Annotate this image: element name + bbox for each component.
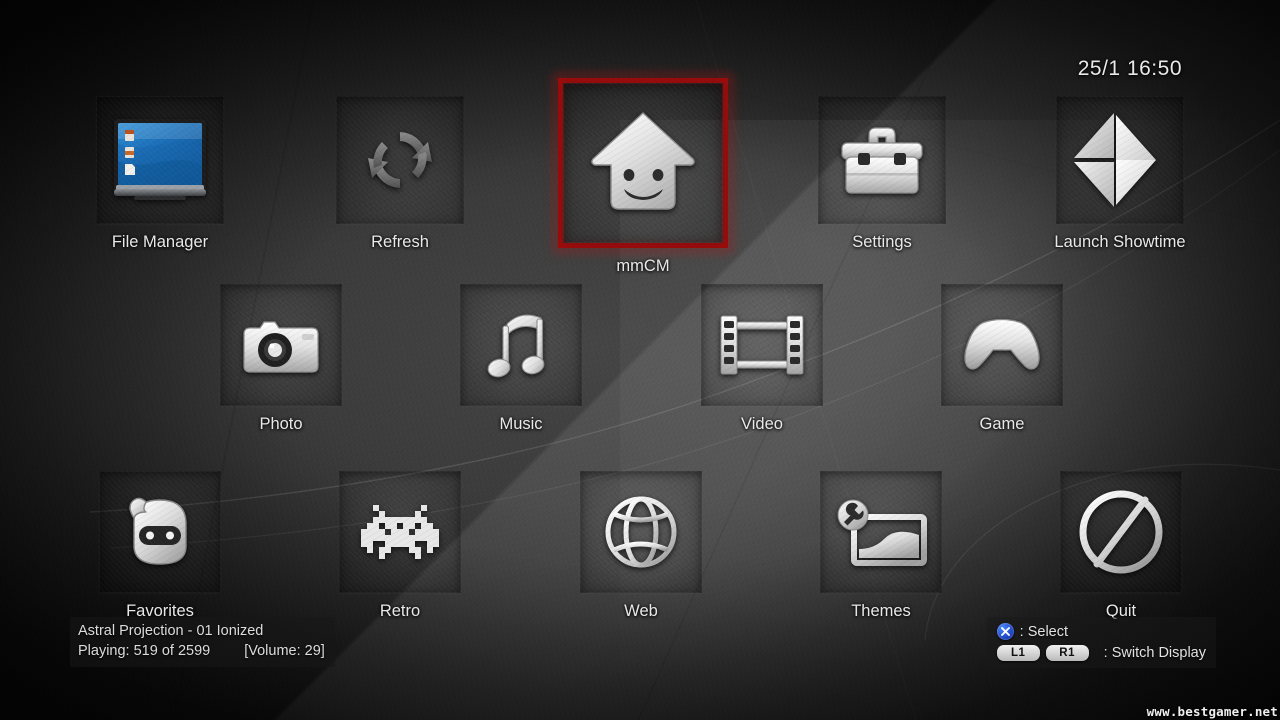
button-hints-panel: : Select L1 R1 : Switch Display xyxy=(986,617,1216,668)
tile-label: Video xyxy=(741,415,783,433)
tile-icon-box xyxy=(96,96,224,224)
now-playing-status: Playing: 519 of 2599 [Volume: 29] xyxy=(78,641,325,662)
tile-photo[interactable]: Photo xyxy=(220,284,342,434)
tile-label: Retro xyxy=(379,602,421,620)
tile-icon-box xyxy=(460,284,582,406)
tile-web[interactable]: Web xyxy=(580,471,702,621)
tile-icon-box xyxy=(554,74,732,252)
hint-select: : Select xyxy=(996,621,1206,642)
space-invader-icon xyxy=(361,505,439,559)
tile-file-manager[interactable]: File Manager xyxy=(96,96,224,252)
wrench-frame-icon xyxy=(837,499,927,566)
toolbox-icon xyxy=(841,127,923,194)
home-smiley-icon xyxy=(591,112,695,210)
tile-themes[interactable]: Themes xyxy=(820,471,942,621)
now-playing-track: Astral Projection - 01 Ionized xyxy=(78,622,264,639)
tile-icon-box xyxy=(1056,96,1184,224)
now-playing-panel: Astral Projection - 01 Ionized Playing: … xyxy=(70,616,335,667)
tile-label: Settings xyxy=(852,233,912,251)
tile-label: Game xyxy=(979,415,1025,433)
now-playing-volume: [Volume: 29] xyxy=(244,643,325,660)
tile-icon-box xyxy=(941,284,1063,406)
tile-label: Themes xyxy=(851,602,911,620)
hint-switch-display: L1 R1 : Switch Display xyxy=(996,642,1206,663)
tile-icon-box xyxy=(701,284,823,406)
tile-game[interactable]: Game xyxy=(941,284,1063,434)
showtime-triangles-icon xyxy=(1074,113,1156,207)
tile-icon-box xyxy=(220,284,342,406)
slashed-circle-icon xyxy=(1079,490,1163,574)
tile-refresh[interactable]: Refresh xyxy=(336,96,464,252)
camera-icon xyxy=(243,321,319,373)
site-watermark: www.bestgamer.net xyxy=(1146,704,1278,719)
tile-icon-box xyxy=(580,471,702,593)
music-note-icon xyxy=(487,314,545,378)
film-strip-icon xyxy=(720,315,804,375)
tile-label: Refresh xyxy=(371,233,429,251)
hint-select-label: : Select xyxy=(1019,623,1069,640)
now-playing-position: Playing: 519 of 2599 xyxy=(78,643,211,660)
tile-label: Music xyxy=(499,415,543,433)
tile-icon-box xyxy=(820,471,942,593)
hint-switch-label: : Switch Display xyxy=(1103,644,1206,661)
tile-retro[interactable]: Retro xyxy=(339,471,461,621)
ninja-head-icon xyxy=(129,497,187,565)
tile-music[interactable]: Music xyxy=(460,284,582,434)
refresh-icon xyxy=(368,132,432,188)
tile-mmcm[interactable]: mmCM xyxy=(554,74,732,276)
tile-label: Photo xyxy=(259,415,303,433)
tile-label: File Manager xyxy=(111,233,209,251)
tile-settings[interactable]: Settings xyxy=(818,96,946,252)
clock: 25/1 16:50 xyxy=(1077,57,1182,80)
r1-button-icon: R1 xyxy=(1045,644,1089,661)
tile-favorites[interactable]: Favorites xyxy=(99,471,221,621)
tile-label: Launch Showtime xyxy=(1054,233,1186,251)
globe-icon xyxy=(605,496,677,568)
tile-quit[interactable]: Quit xyxy=(1060,471,1182,621)
gamepad-icon xyxy=(964,318,1040,370)
cross-button-icon xyxy=(996,623,1014,640)
tile-label: Web xyxy=(624,602,658,620)
tile-video[interactable]: Video xyxy=(701,284,823,434)
l1-button-icon: L1 xyxy=(996,644,1040,661)
cross-glyph xyxy=(1000,627,1010,636)
tile-icon-box xyxy=(336,96,464,224)
tile-icon-box xyxy=(818,96,946,224)
tile-label: mmCM xyxy=(616,257,670,275)
tile-icon-box xyxy=(339,471,461,593)
tile-icon-box xyxy=(1060,471,1182,593)
tile-icon-box xyxy=(99,471,221,593)
tile-launch-showtime[interactable]: Launch Showtime xyxy=(1054,96,1186,252)
file-manager-icon xyxy=(114,119,206,200)
media-center-screen: 25/1 16:50 File Manager Refresh mmCM Set… xyxy=(0,0,1280,720)
